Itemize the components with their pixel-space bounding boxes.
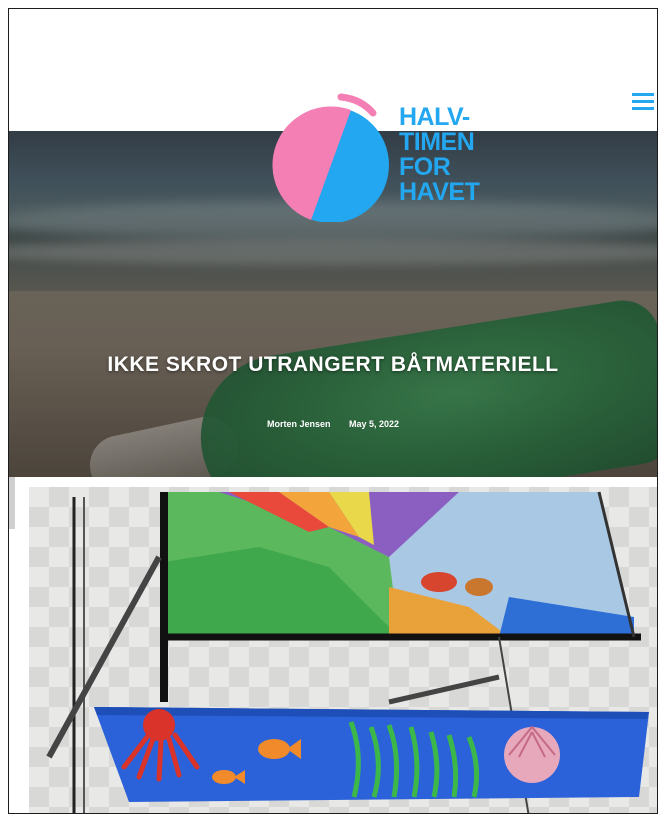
logo-line: HAVET [399, 178, 480, 206]
article-meta: Morten Jensen May 5, 2022 [9, 419, 657, 429]
article-title: IKKE SKROT UTRANGERT BÅTMATERIELL [107, 353, 559, 376]
side-strip [9, 477, 15, 529]
logo-line: FOR [399, 153, 451, 181]
article-date: May 5, 2022 [348, 419, 400, 429]
menu-button[interactable] [629, 89, 657, 117]
logo-wordmark: HALV- TIMEN FOR HAVET [399, 103, 480, 206]
boat-drawing [46, 491, 649, 813]
article-author[interactable]: Morten Jensen [267, 419, 331, 429]
logo-line: HALV- [399, 103, 470, 131]
hamburger-menu-icon [632, 93, 654, 110]
browser-frame: IKKE SKROT UTRANGERT BÅTMATERIELL Morten… [8, 8, 658, 814]
featured-image[interactable] [29, 487, 657, 813]
logo-line: TIMEN [399, 128, 475, 156]
